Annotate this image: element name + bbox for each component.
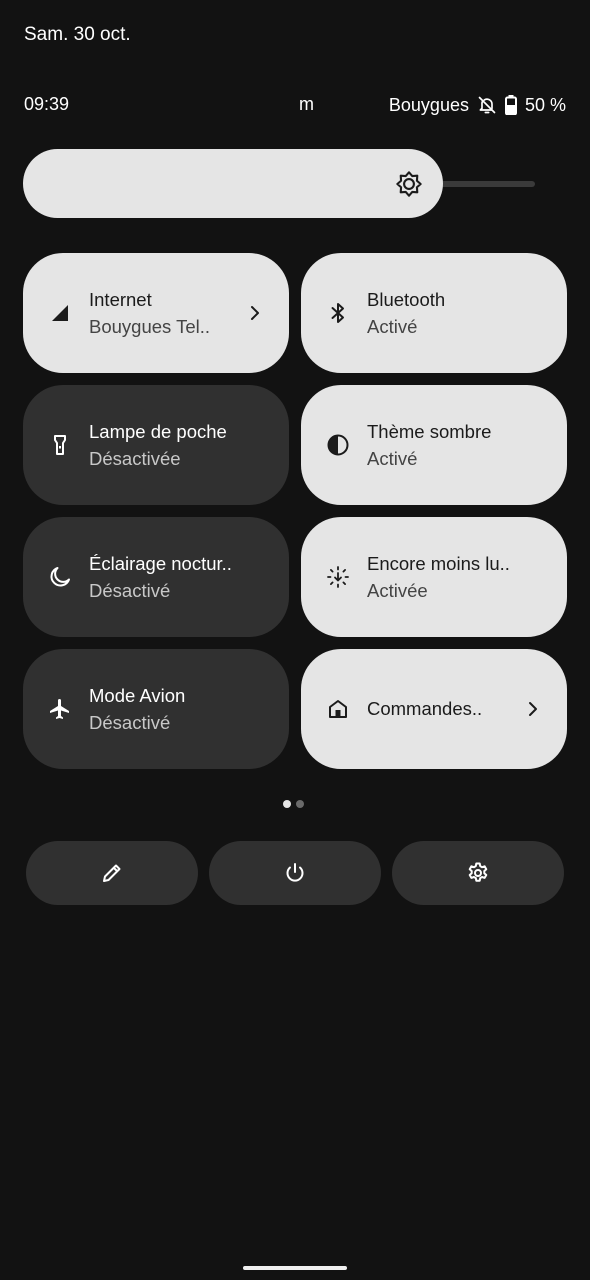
- tile-title: Internet: [89, 289, 152, 310]
- dark-theme-icon: [326, 433, 350, 457]
- tile-device-controls[interactable]: Commandes..: [301, 649, 567, 769]
- tile-night-light[interactable]: Éclairage noctur.. Désactivé: [23, 517, 289, 637]
- battery-percent: 50 %: [524, 94, 566, 115]
- tile-subtitle: Activé: [367, 448, 418, 469]
- chevron-right-icon: [521, 697, 545, 721]
- tile-subtitle: Désactivée: [89, 448, 181, 469]
- carrier-name: Bouygues: [388, 94, 469, 115]
- tile-subtitle: Bouygues Tel..: [89, 316, 211, 337]
- settings-gear-icon: [468, 862, 488, 882]
- home-icon: [326, 697, 350, 721]
- tile-subtitle: Activée: [367, 580, 428, 601]
- tile-subtitle: Activé: [367, 316, 418, 337]
- gesture-nav-handle[interactable]: [243, 1266, 347, 1270]
- quick-settings-screen: Sam. 30 oct. 09:39 m Bouygues 50 % Inter…: [0, 0, 590, 1280]
- tile-airplane-mode[interactable]: Mode Avion Désactivé: [23, 649, 289, 769]
- tile-title: Bluetooth: [367, 289, 446, 310]
- tile-title: Thème sombre: [367, 421, 492, 442]
- extra-dim-icon: [326, 565, 350, 589]
- power-button[interactable]: [209, 841, 381, 905]
- date-label[interactable]: Sam. 30 oct.: [24, 24, 131, 46]
- bluetooth-icon: [326, 301, 350, 325]
- moon-icon: [48, 565, 72, 589]
- tile-flashlight[interactable]: Lampe de poche Désactivée: [23, 385, 289, 505]
- edit-button[interactable]: [26, 841, 198, 905]
- edit-pencil-icon: [103, 864, 121, 882]
- settings-button[interactable]: [392, 841, 564, 905]
- power-icon: [286, 863, 304, 882]
- brightness-icon: [395, 170, 423, 198]
- tile-internet[interactable]: Internet Bouygues Tel..: [23, 253, 289, 373]
- airplane-icon: [48, 697, 72, 721]
- page-indicator: [283, 800, 304, 808]
- notification-glyph: m: [299, 94, 314, 114]
- tile-title: Lampe de poche: [89, 421, 227, 442]
- tile-subtitle: Désactivé: [89, 712, 171, 733]
- tile-title: Mode Avion: [89, 685, 186, 706]
- brightness-fill[interactable]: [23, 149, 443, 218]
- status-bar-right: Bouygues 50 %: [389, 92, 566, 118]
- battery-icon: [504, 95, 517, 115]
- page-dot-active: [283, 800, 291, 808]
- tile-subtitle: Désactivé: [89, 580, 171, 601]
- brightness-slider[interactable]: [23, 149, 535, 218]
- signal-icon: [48, 301, 72, 325]
- bell-off-icon: [477, 95, 497, 115]
- tile-extra-dim[interactable]: Encore moins lu.. Activée: [301, 517, 567, 637]
- tile-dark-theme[interactable]: Thème sombre Activé: [301, 385, 567, 505]
- tile-title: Commandes..: [367, 698, 483, 719]
- page-dot-inactive: [296, 800, 304, 808]
- tile-bluetooth[interactable]: Bluetooth Activé: [301, 253, 567, 373]
- chevron-right-icon: [243, 301, 267, 325]
- clock: 09:39: [24, 94, 70, 114]
- tile-title: Éclairage noctur..: [89, 553, 232, 574]
- flashlight-icon: [48, 433, 72, 457]
- tile-title: Encore moins lu..: [367, 553, 510, 574]
- status-bar: 09:39 m Bouygues 50 %: [24, 92, 566, 118]
